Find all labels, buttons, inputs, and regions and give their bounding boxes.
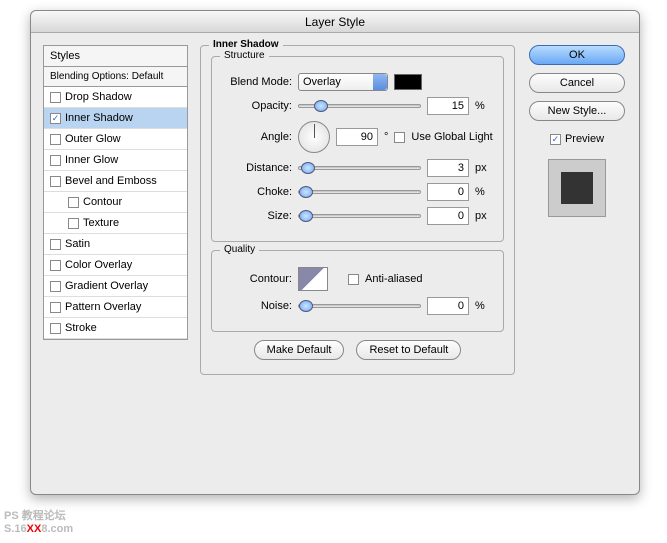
- layer-style-dialog: Layer Style Styles Blending Options: Def…: [30, 10, 640, 495]
- noise-input[interactable]: 0: [427, 297, 469, 315]
- reset-default-button[interactable]: Reset to Default: [356, 340, 461, 360]
- distance-label: Distance:: [222, 162, 292, 174]
- choke-input[interactable]: 0: [427, 183, 469, 201]
- style-label: Satin: [65, 238, 90, 250]
- style-label: Stroke: [65, 322, 97, 334]
- noise-slider[interactable]: [298, 304, 421, 308]
- angle-label: Angle:: [222, 131, 292, 143]
- style-label: Drop Shadow: [65, 91, 132, 103]
- new-style-button[interactable]: New Style...: [529, 101, 625, 121]
- button-column: OK Cancel New Style... Preview: [527, 45, 627, 482]
- style-item-inner-shadow[interactable]: Inner Shadow: [44, 108, 187, 129]
- style-item-gradient-overlay[interactable]: Gradient Overlay: [44, 276, 187, 297]
- ok-button[interactable]: OK: [529, 45, 625, 65]
- settings-column: Inner Shadow Structure Blend Mode: Overl…: [200, 45, 515, 482]
- style-label: Bevel and Emboss: [65, 175, 157, 187]
- style-checkbox[interactable]: [50, 239, 61, 250]
- angle-input[interactable]: 90: [336, 128, 378, 146]
- blend-mode-select[interactable]: Overlay: [298, 73, 388, 91]
- size-input[interactable]: 0: [427, 207, 469, 225]
- opacity-label: Opacity:: [222, 100, 292, 112]
- style-checkbox[interactable]: [50, 176, 61, 187]
- angle-dial[interactable]: [298, 121, 330, 153]
- style-checkbox[interactable]: [68, 197, 79, 208]
- dialog-title: Layer Style: [31, 11, 639, 33]
- style-item-inner-glow[interactable]: Inner Glow: [44, 150, 187, 171]
- style-item-drop-shadow[interactable]: Drop Shadow: [44, 87, 187, 108]
- blend-mode-label: Blend Mode:: [222, 76, 292, 88]
- style-checkbox[interactable]: [68, 218, 79, 229]
- style-label: Texture: [83, 217, 119, 229]
- size-label: Size:: [222, 210, 292, 222]
- noise-label: Noise:: [222, 300, 292, 312]
- style-label: Contour: [83, 196, 122, 208]
- anti-aliased-label: Anti-aliased: [365, 273, 422, 285]
- size-slider[interactable]: [298, 214, 421, 218]
- style-item-contour[interactable]: Contour: [44, 192, 187, 213]
- contour-label: Contour:: [222, 273, 292, 285]
- style-checkbox[interactable]: [50, 260, 61, 271]
- style-item-texture[interactable]: Texture: [44, 213, 187, 234]
- style-label: Gradient Overlay: [65, 280, 148, 292]
- style-item-satin[interactable]: Satin: [44, 234, 187, 255]
- anti-aliased-checkbox[interactable]: [348, 274, 359, 285]
- style-item-bevel-and-emboss[interactable]: Bevel and Emboss: [44, 171, 187, 192]
- style-item-pattern-overlay[interactable]: Pattern Overlay: [44, 297, 187, 318]
- make-default-button[interactable]: Make Default: [254, 340, 345, 360]
- cancel-button[interactable]: Cancel: [529, 73, 625, 93]
- styles-column: Styles Blending Options: Default Drop Sh…: [43, 45, 188, 482]
- style-label: Inner Shadow: [65, 112, 133, 124]
- style-checkbox[interactable]: [50, 281, 61, 292]
- styles-header[interactable]: Styles: [44, 46, 187, 67]
- preview-label: Preview: [565, 133, 604, 145]
- global-light-label: Use Global Light: [411, 131, 492, 143]
- choke-slider[interactable]: [298, 190, 421, 194]
- style-checkbox[interactable]: [50, 155, 61, 166]
- shadow-color-swatch[interactable]: [394, 74, 422, 90]
- style-label: Inner Glow: [65, 154, 118, 166]
- style-item-outer-glow[interactable]: Outer Glow: [44, 129, 187, 150]
- style-label: Outer Glow: [65, 133, 121, 145]
- distance-slider[interactable]: [298, 166, 421, 170]
- distance-input[interactable]: 3: [427, 159, 469, 177]
- quality-group: Quality Contour: Anti-aliased Noise: 0 %: [211, 250, 504, 332]
- style-item-color-overlay[interactable]: Color Overlay: [44, 255, 187, 276]
- style-label: Color Overlay: [65, 259, 132, 271]
- panel-title: Inner Shadow: [209, 39, 283, 50]
- watermark: PS 教程论坛 S.16XX8.com: [4, 507, 73, 535]
- global-light-checkbox[interactable]: [394, 132, 405, 143]
- preview-swatch: [548, 159, 606, 217]
- style-checkbox[interactable]: [50, 323, 61, 334]
- style-item-stroke[interactable]: Stroke: [44, 318, 187, 339]
- contour-picker[interactable]: [298, 267, 328, 291]
- inner-shadow-panel: Inner Shadow Structure Blend Mode: Overl…: [200, 45, 515, 375]
- structure-group: Structure Blend Mode: Overlay Opacity: 1…: [211, 56, 504, 242]
- choke-label: Choke:: [222, 186, 292, 198]
- style-checkbox[interactable]: [50, 113, 61, 124]
- style-checkbox[interactable]: [50, 302, 61, 313]
- opacity-slider[interactable]: [298, 104, 421, 108]
- style-checkbox[interactable]: [50, 134, 61, 145]
- opacity-input[interactable]: 15: [427, 97, 469, 115]
- style-checkbox[interactable]: [50, 92, 61, 103]
- preview-checkbox[interactable]: [550, 134, 561, 145]
- blending-options-item[interactable]: Blending Options: Default: [44, 67, 187, 87]
- style-label: Pattern Overlay: [65, 301, 141, 313]
